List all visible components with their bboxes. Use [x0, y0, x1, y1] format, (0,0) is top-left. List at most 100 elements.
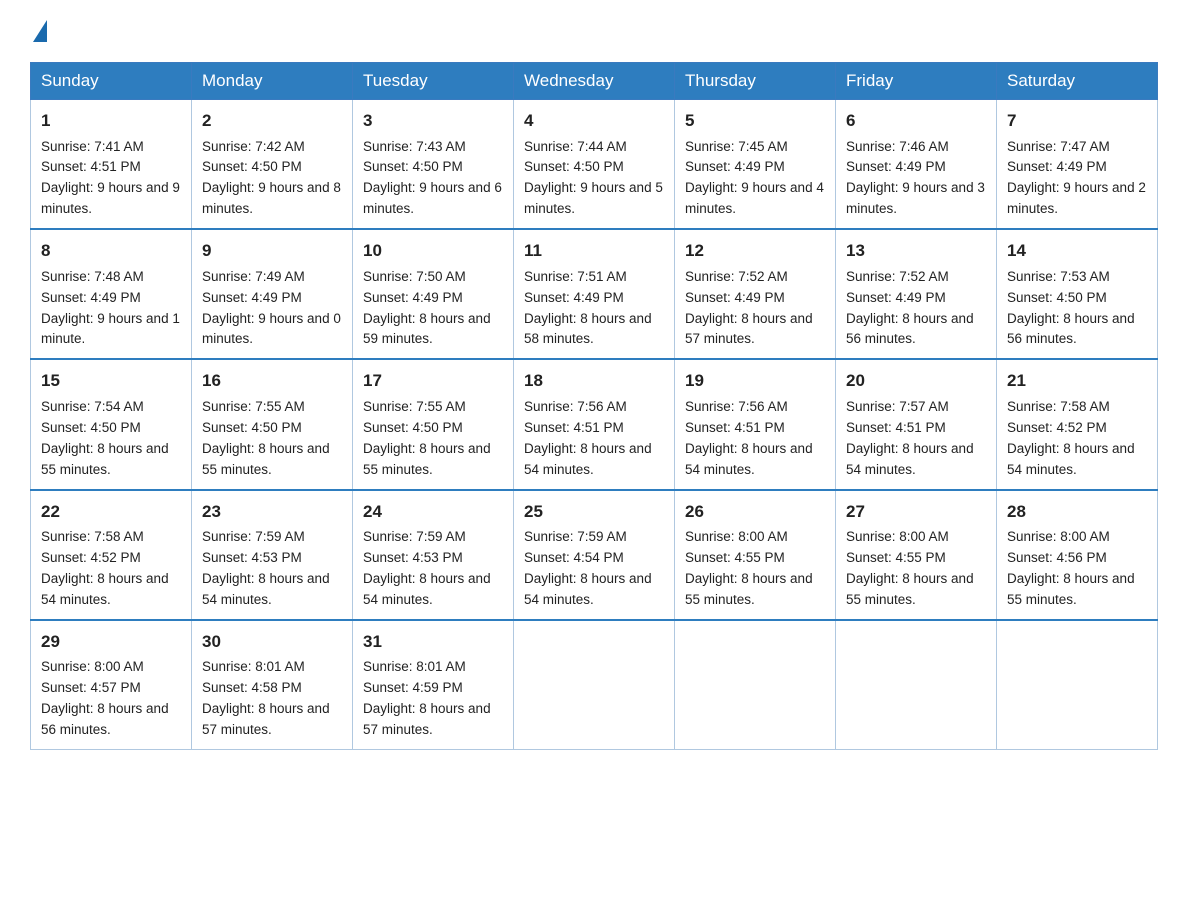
- day-info: Sunrise: 7:59 AMSunset: 4:53 PMDaylight:…: [363, 527, 503, 611]
- calendar-day-cell: 8Sunrise: 7:48 AMSunset: 4:49 PMDaylight…: [31, 229, 192, 359]
- day-info: Sunrise: 7:46 AMSunset: 4:49 PMDaylight:…: [846, 137, 986, 221]
- logo-triangle-icon: [33, 20, 47, 42]
- calendar-day-cell: 13 Sunrise: 7:52 AMSunset: 4:49 PMDayligh…: [836, 229, 997, 359]
- day-info: Sunrise: 7:49 AMSunset: 4:49 PMDaylight:…: [202, 267, 342, 351]
- day-info: Sunrise: 8:00 AMSunset: 4:57 PMDaylight:…: [41, 657, 181, 741]
- calendar-day-cell: 31Sunrise: 8:01 AMSunset: 4:59 PMDayligh…: [353, 620, 514, 750]
- calendar-day-header: Friday: [836, 63, 997, 100]
- day-number: 4: [524, 108, 664, 134]
- calendar-day-cell: 23Sunrise: 7:59 AMSunset: 4:53 PMDayligh…: [192, 490, 353, 620]
- calendar-day-cell: 18 Sunrise: 7:56 AMSunset: 4:51 PMDayligh…: [514, 359, 675, 489]
- day-number: 20: [846, 368, 986, 394]
- calendar-day-cell: 24Sunrise: 7:59 AMSunset: 4:53 PMDayligh…: [353, 490, 514, 620]
- day-number: 8: [41, 238, 181, 264]
- day-info: Sunrise: 7:58 AMSunset: 4:52 PMDaylight:…: [1007, 397, 1147, 481]
- day-number: 6: [846, 108, 986, 134]
- day-number: 16: [202, 368, 342, 394]
- day-info: Sunrise: 7:52 AMSunset: 4:49 PMDaylight:…: [846, 267, 986, 351]
- calendar-week-row: 22Sunrise: 7:58 AMSunset: 4:52 PMDayligh…: [31, 490, 1158, 620]
- day-number: 18: [524, 368, 664, 394]
- logo: [30, 20, 50, 44]
- day-info: Sunrise: 7:44 AMSunset: 4:50 PMDaylight:…: [524, 137, 664, 221]
- day-info: Sunrise: 7:55 AMSunset: 4:50 PMDaylight:…: [363, 397, 503, 481]
- calendar-day-cell: 5 Sunrise: 7:45 AMSunset: 4:49 PMDaylight…: [675, 100, 836, 230]
- day-info: Sunrise: 7:58 AMSunset: 4:52 PMDaylight:…: [41, 527, 181, 611]
- calendar-table: SundayMondayTuesdayWednesdayThursdayFrid…: [30, 62, 1158, 750]
- calendar-day-header: Tuesday: [353, 63, 514, 100]
- calendar-day-cell: 22Sunrise: 7:58 AMSunset: 4:52 PMDayligh…: [31, 490, 192, 620]
- day-number: 23: [202, 499, 342, 525]
- calendar-week-row: 1 Sunrise: 7:41 AMSunset: 4:51 PMDaylight…: [31, 100, 1158, 230]
- calendar-day-cell: 11 Sunrise: 7:51 AMSunset: 4:49 PMDayligh…: [514, 229, 675, 359]
- calendar-day-cell: 9 Sunrise: 7:49 AMSunset: 4:49 PMDaylight…: [192, 229, 353, 359]
- calendar-day-cell: [997, 620, 1158, 750]
- day-number: 15: [41, 368, 181, 394]
- day-info: Sunrise: 7:51 AMSunset: 4:49 PMDaylight:…: [524, 267, 664, 351]
- calendar-day-cell: 30Sunrise: 8:01 AMSunset: 4:58 PMDayligh…: [192, 620, 353, 750]
- day-info: Sunrise: 7:52 AMSunset: 4:49 PMDaylight:…: [685, 267, 825, 351]
- day-info: Sunrise: 7:45 AMSunset: 4:49 PMDaylight:…: [685, 137, 825, 221]
- day-number: 21: [1007, 368, 1147, 394]
- day-number: 19: [685, 368, 825, 394]
- day-number: 12: [685, 238, 825, 264]
- day-number: 25: [524, 499, 664, 525]
- calendar-day-cell: 15Sunrise: 7:54 AMSunset: 4:50 PMDayligh…: [31, 359, 192, 489]
- calendar-day-cell: 6 Sunrise: 7:46 AMSunset: 4:49 PMDaylight…: [836, 100, 997, 230]
- day-info: Sunrise: 7:57 AMSunset: 4:51 PMDaylight:…: [846, 397, 986, 481]
- calendar-day-cell: 17 Sunrise: 7:55 AMSunset: 4:50 PMDayligh…: [353, 359, 514, 489]
- calendar-week-row: 15Sunrise: 7:54 AMSunset: 4:50 PMDayligh…: [31, 359, 1158, 489]
- day-number: 24: [363, 499, 503, 525]
- calendar-day-cell: 28Sunrise: 8:00 AMSunset: 4:56 PMDayligh…: [997, 490, 1158, 620]
- day-info: Sunrise: 8:00 AMSunset: 4:55 PMDaylight:…: [846, 527, 986, 611]
- day-info: Sunrise: 7:55 AMSunset: 4:50 PMDaylight:…: [202, 397, 342, 481]
- day-number: 30: [202, 629, 342, 655]
- calendar-day-header: Wednesday: [514, 63, 675, 100]
- calendar-day-cell: 21 Sunrise: 7:58 AMSunset: 4:52 PMDayligh…: [997, 359, 1158, 489]
- day-info: Sunrise: 8:00 AMSunset: 4:56 PMDaylight:…: [1007, 527, 1147, 611]
- day-info: Sunrise: 7:56 AMSunset: 4:51 PMDaylight:…: [524, 397, 664, 481]
- day-number: 29: [41, 629, 181, 655]
- day-info: Sunrise: 7:56 AMSunset: 4:51 PMDaylight:…: [685, 397, 825, 481]
- calendar-day-cell: [836, 620, 997, 750]
- day-number: 7: [1007, 108, 1147, 134]
- calendar-day-cell: 4 Sunrise: 7:44 AMSunset: 4:50 PMDaylight…: [514, 100, 675, 230]
- calendar-day-cell: 3 Sunrise: 7:43 AMSunset: 4:50 PMDaylight…: [353, 100, 514, 230]
- calendar-day-cell: 14Sunrise: 7:53 AMSunset: 4:50 PMDayligh…: [997, 229, 1158, 359]
- calendar-week-row: 29Sunrise: 8:00 AMSunset: 4:57 PMDayligh…: [31, 620, 1158, 750]
- calendar-day-header: Monday: [192, 63, 353, 100]
- day-number: 10: [363, 238, 503, 264]
- day-number: 17: [363, 368, 503, 394]
- calendar-day-cell: 12 Sunrise: 7:52 AMSunset: 4:49 PMDayligh…: [675, 229, 836, 359]
- day-number: 27: [846, 499, 986, 525]
- day-number: 2: [202, 108, 342, 134]
- calendar-day-cell: 10Sunrise: 7:50 AMSunset: 4:49 PMDayligh…: [353, 229, 514, 359]
- day-number: 22: [41, 499, 181, 525]
- day-info: Sunrise: 7:59 AMSunset: 4:53 PMDaylight:…: [202, 527, 342, 611]
- day-number: 3: [363, 108, 503, 134]
- day-info: Sunrise: 7:42 AMSunset: 4:50 PMDaylight:…: [202, 137, 342, 221]
- day-number: 5: [685, 108, 825, 134]
- calendar-day-cell: [675, 620, 836, 750]
- day-info: Sunrise: 7:43 AMSunset: 4:50 PMDaylight:…: [363, 137, 503, 221]
- day-number: 13: [846, 238, 986, 264]
- calendar-day-header: Sunday: [31, 63, 192, 100]
- day-number: 26: [685, 499, 825, 525]
- calendar-day-cell: 16 Sunrise: 7:55 AMSunset: 4:50 PMDayligh…: [192, 359, 353, 489]
- calendar-day-cell: [514, 620, 675, 750]
- calendar-day-cell: 7 Sunrise: 7:47 AMSunset: 4:49 PMDaylight…: [997, 100, 1158, 230]
- day-info: Sunrise: 7:41 AMSunset: 4:51 PMDaylight:…: [41, 137, 181, 221]
- day-info: Sunrise: 7:47 AMSunset: 4:49 PMDaylight:…: [1007, 137, 1147, 221]
- day-number: 11: [524, 238, 664, 264]
- calendar-day-cell: 20 Sunrise: 7:57 AMSunset: 4:51 PMDayligh…: [836, 359, 997, 489]
- day-info: Sunrise: 7:53 AMSunset: 4:50 PMDaylight:…: [1007, 267, 1147, 351]
- calendar-day-cell: 27Sunrise: 8:00 AMSunset: 4:55 PMDayligh…: [836, 490, 997, 620]
- day-number: 31: [363, 629, 503, 655]
- day-number: 28: [1007, 499, 1147, 525]
- calendar-day-header: Saturday: [997, 63, 1158, 100]
- day-info: Sunrise: 8:01 AMSunset: 4:58 PMDaylight:…: [202, 657, 342, 741]
- day-number: 9: [202, 238, 342, 264]
- calendar-day-cell: 26Sunrise: 8:00 AMSunset: 4:55 PMDayligh…: [675, 490, 836, 620]
- day-number: 1: [41, 108, 181, 134]
- calendar-header-row: SundayMondayTuesdayWednesdayThursdayFrid…: [31, 63, 1158, 100]
- calendar-day-cell: 19 Sunrise: 7:56 AMSunset: 4:51 PMDayligh…: [675, 359, 836, 489]
